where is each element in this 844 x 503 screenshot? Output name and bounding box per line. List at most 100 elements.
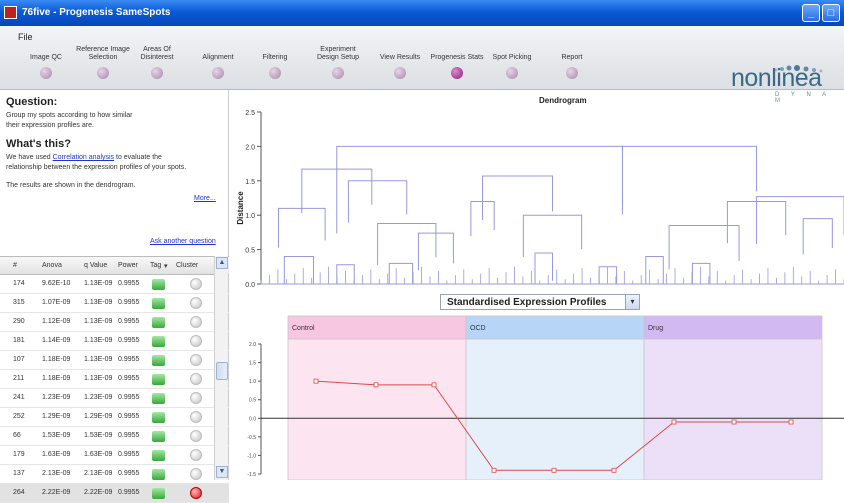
table-row[interactable]: 107 1.18E-09 1.13E-09 0.9955 [0,351,229,370]
tag-icon[interactable] [152,355,165,366]
scroll-up-icon[interactable]: ▲ [216,257,228,269]
scroll-thumb[interactable] [216,362,228,380]
profile-point [671,419,677,425]
workflow-step-dot-icon[interactable] [151,67,163,79]
cell-power: 0.9955 [118,299,140,306]
dendrogram-link [277,207,326,248]
profile-point [551,467,557,473]
minimize-button[interactable]: _ [802,4,820,22]
ask-another-question-link[interactable]: Ask another question [150,237,216,247]
cell-id: 264 [13,489,25,496]
cluster-icon[interactable] [190,411,202,423]
correlation-analysis-link[interactable]: Correlation analysis [53,154,114,161]
cell-anova: 1.18E-09 [42,375,71,382]
cluster-icon[interactable] [190,297,202,309]
table-row[interactable]: 264 2.22E-09 2.22E-09 0.9955 [0,484,229,503]
tag-icon[interactable] [152,336,165,347]
workflow-step-dot-icon[interactable] [212,67,224,79]
dendrogram-link [388,262,414,284]
profile-y-tick-label: -1.5 [247,472,256,478]
question-text-2: their expression profiles are. [6,122,94,129]
table-row[interactable]: 211 1.18E-09 1.13E-09 0.9955 [0,370,229,389]
tag-icon[interactable] [152,374,165,385]
cluster-icon[interactable] [190,468,202,480]
tag-icon[interactable] [152,450,165,461]
tag-icon[interactable] [152,317,165,328]
cell-id: 174 [13,280,25,287]
y-tick-label: 0.0 [245,282,255,289]
dendrogram-link [691,262,711,284]
cluster-icon[interactable] [190,278,202,290]
workflow-step-dot-icon[interactable] [40,67,52,79]
maximize-button[interactable]: □ [822,4,840,22]
profile-point [491,467,497,473]
dendrogram-link [347,180,408,223]
group-header [643,315,823,340]
cluster-icon[interactable] [190,335,202,347]
chevron-down-icon[interactable]: ▾ [625,295,639,309]
col-qvalue[interactable]: q Value [84,262,107,269]
workflow-step-dot-icon[interactable] [97,67,109,79]
tag-icon[interactable] [152,431,165,442]
profile-type-value: Standardised Expression Profiles [447,297,607,308]
workflow-step[interactable]: Report [532,40,612,79]
cell-qvalue: 2.13E-09 [84,470,113,477]
profile-type-select[interactable]: Standardised Expression Profiles ▾ [440,294,640,310]
table-scrollbar[interactable]: ▲ ▼ [214,256,228,480]
tag-icon[interactable] [152,469,165,480]
table-row[interactable]: 181 1.14E-09 1.13E-09 0.9955 [0,332,229,351]
workflow-step-dot-icon[interactable] [332,67,344,79]
cell-power: 0.9955 [118,280,140,287]
y-tick-label: 1.0 [245,213,255,220]
table-row[interactable]: 241 1.23E-09 1.23E-09 0.9955 [0,389,229,408]
cell-id: 241 [13,394,25,401]
table-row[interactable]: 252 1.29E-09 1.29E-09 0.9955 [0,408,229,427]
cell-id: 181 [13,337,25,344]
tag-icon[interactable] [152,393,165,404]
cluster-icon[interactable] [190,373,202,385]
group-label: Drug [648,325,663,332]
group-label: OCD [470,325,486,332]
more-link[interactable]: More... [194,194,216,204]
profile-point [611,467,617,473]
col-id[interactable]: # [13,262,17,269]
cell-power: 0.9955 [118,451,140,458]
cluster-icon[interactable] [190,316,202,328]
dendrogram-link [802,218,833,255]
cell-power: 0.9955 [118,489,140,496]
tag-icon[interactable] [152,279,165,290]
col-cluster[interactable]: Cluster [176,262,198,269]
cluster-icon[interactable] [190,487,202,499]
workflow-step-dot-icon[interactable] [269,67,281,79]
group-header [287,315,467,340]
table-row[interactable]: 179 1.63E-09 1.63E-09 0.9955 [0,446,229,465]
col-power[interactable]: Power [118,262,138,269]
workflow-step-dot-icon[interactable] [394,67,406,79]
tag-icon[interactable] [152,412,165,423]
cluster-icon[interactable] [190,430,202,442]
table-row[interactable]: 315 1.07E-09 1.13E-09 0.9955 [0,294,229,313]
cluster-icon[interactable] [190,354,202,366]
tag-icon[interactable] [152,298,165,309]
dendrogram-chart: 0.0 0.5 1.0 1.5 2.0 2.5 Distance [236,110,844,289]
cell-qvalue: 1.13E-09 [84,356,113,363]
tag-icon[interactable] [152,488,165,499]
cluster-icon[interactable] [190,392,202,404]
cell-qvalue: 1.13E-09 [84,318,113,325]
cluster-icon[interactable] [190,449,202,461]
col-anova[interactable]: Anova [42,262,62,269]
scroll-down-icon[interactable]: ▼ [216,466,228,478]
table-row[interactable]: 174 9.62E-10 1.13E-09 0.9955 [0,275,229,294]
cell-id: 66 [13,432,21,439]
title-bar: 76five - Progenesis SameSpots _ □ [0,0,844,26]
workflow-step-dot-icon[interactable] [451,67,463,79]
workflow-step-dot-icon[interactable] [506,67,518,79]
table-row[interactable]: 290 1.12E-09 1.13E-09 0.9955 [0,313,229,332]
dendrogram-title: Dendrogram [539,96,587,105]
workflow-step-dot-icon[interactable] [566,67,578,79]
col-tag[interactable]: Tag [150,262,161,269]
table-row[interactable]: 66 1.53E-09 1.53E-09 0.9955 [0,427,229,446]
chevron-down-icon[interactable]: ▾ [164,262,168,270]
whats-this-text-3: The results are shown in the dendrogram. [6,182,136,189]
table-row[interactable]: 137 2.13E-09 2.13E-09 0.9955 [0,465,229,484]
